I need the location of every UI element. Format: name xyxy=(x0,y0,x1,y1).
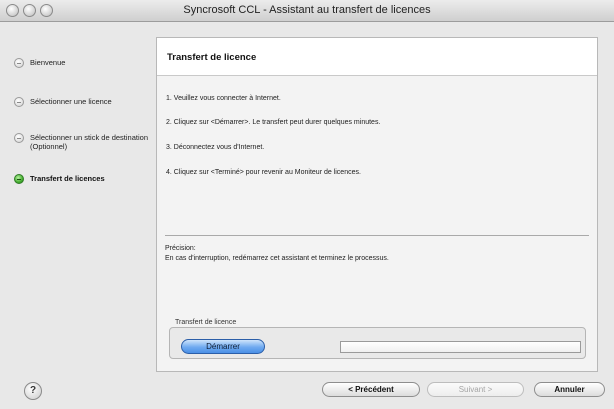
transfer-progress-bar xyxy=(340,341,581,353)
sidebar-step-label: Transfert de licences xyxy=(30,174,105,183)
step-status-icon xyxy=(14,133,24,143)
note-heading: Précision: xyxy=(165,245,196,252)
page-title: Transfert de licence xyxy=(167,52,257,63)
transfer-group-label: Transfert de licence xyxy=(175,319,237,326)
sidebar-step-label: Sélectionner une licence xyxy=(30,97,112,106)
sidebar-step-label: Bienvenue xyxy=(30,58,66,67)
window-title: Syncrosoft CCL - Assistant au transfert … xyxy=(183,4,431,16)
title-bar[interactable]: Syncrosoft CCL - Assistant au transfert … xyxy=(0,0,614,22)
sidebar-step-label: Sélectionner un stick de destination (Op… xyxy=(30,133,148,151)
sidebar-step-select-destination: Sélectionner un stick de destination (Op… xyxy=(14,133,154,151)
divider xyxy=(165,235,589,236)
help-icon[interactable]: ? xyxy=(24,382,42,400)
sidebar-step-transfer: Transfert de licences xyxy=(14,174,154,184)
steps-sidebar: Bienvenue Sélectionner une licence Sélec… xyxy=(0,22,156,377)
instruction-step-3: 3. Déconnectez vous d'Internet. xyxy=(166,144,265,151)
note-text: En cas d'interruption, redémarrez cet as… xyxy=(165,255,389,262)
step-status-icon xyxy=(14,174,24,184)
main-panel: Transfert de licence 1. Veuillez vous co… xyxy=(156,37,598,372)
instruction-step-4: 4. Cliquez sur <Terminé> pour revenir au… xyxy=(166,169,361,176)
assistant-window: Syncrosoft CCL - Assistant au transfert … xyxy=(0,0,614,409)
panel-header: Transfert de licence xyxy=(157,38,597,76)
step-status-icon xyxy=(14,97,24,107)
instruction-step-1: 1. Veuillez vous connecter à Internet. xyxy=(166,95,281,102)
step-status-icon xyxy=(14,58,24,68)
previous-button[interactable]: < Précédent xyxy=(322,382,420,397)
start-button[interactable]: Démarrer xyxy=(181,339,265,354)
sidebar-step-select-license: Sélectionner une licence xyxy=(14,97,154,107)
instruction-step-2: 2. Cliquez sur <Démarrer>. Le transfert … xyxy=(166,119,381,126)
cancel-button[interactable]: Annuler xyxy=(534,382,605,397)
sidebar-step-welcome: Bienvenue xyxy=(14,58,154,68)
next-button[interactable]: Suivant > xyxy=(427,382,524,397)
